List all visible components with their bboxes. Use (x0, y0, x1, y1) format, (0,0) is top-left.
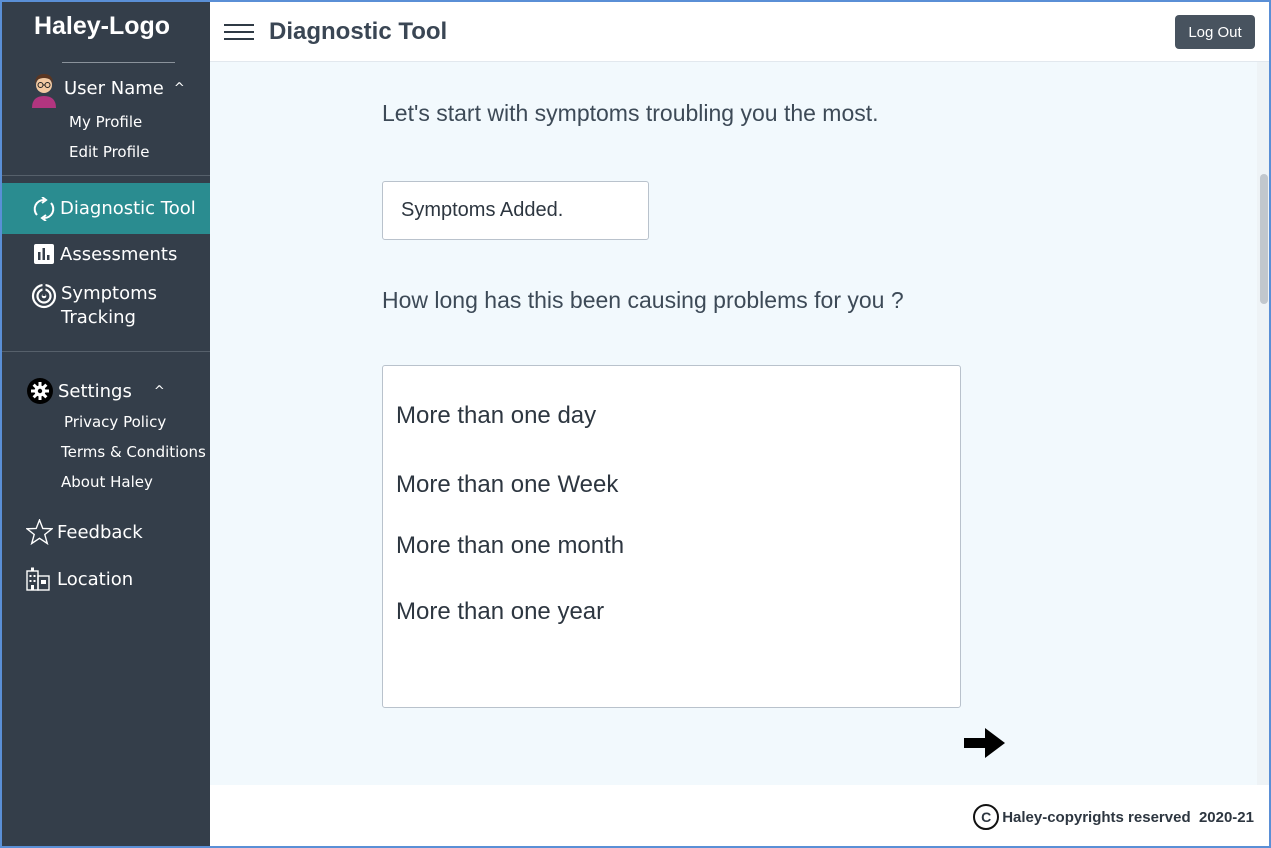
user-menu[interactable]: User Name ^ (28, 68, 185, 108)
avatar-icon (32, 74, 56, 108)
sidebar-item-assessments[interactable]: Assessments (2, 241, 210, 267)
sidebar: Haley-Logo User Name ^ My Profile Edit P… (2, 2, 210, 846)
chevron-up-icon[interactable]: ^ (174, 81, 185, 96)
target-icon (31, 283, 57, 309)
sidebar-item-about-haley[interactable]: About Haley (61, 473, 153, 491)
hamburger-menu-icon[interactable] (224, 24, 254, 42)
user-name: User Name (64, 77, 164, 99)
sidebar-divider (2, 175, 210, 176)
question-symptoms: Let's start with symptoms troubling you … (382, 100, 879, 126)
sidebar-divider (2, 351, 210, 352)
sidebar-item-terms-conditions[interactable]: Terms & Conditions (61, 443, 206, 461)
next-arrow-icon[interactable] (963, 726, 1007, 760)
scrollbar-thumb[interactable] (1260, 174, 1268, 304)
sidebar-item-symptoms-tracking[interactable]: Symptoms Tracking (2, 282, 210, 332)
sidebar-item-location[interactable]: Location (2, 565, 210, 593)
sidebar-item-label: Feedback (57, 521, 143, 543)
sidebar-item-label: Location (57, 568, 134, 590)
app-frame: Haley-Logo User Name ^ My Profile Edit P… (0, 0, 1271, 848)
sidebar-item-label: Assessments (60, 243, 178, 265)
sidebar-item-settings[interactable]: Settings ^ (2, 377, 210, 405)
sidebar-item-my-profile[interactable]: My Profile (69, 113, 142, 131)
logo-divider (62, 62, 175, 63)
avatar (28, 68, 60, 108)
scrollbar[interactable] (1257, 62, 1269, 785)
duration-option[interactable]: More than one year (396, 598, 604, 626)
logout-button[interactable]: Log Out (1175, 15, 1255, 49)
duration-option[interactable]: More than one day (396, 402, 596, 430)
label-line-2: Tracking (61, 307, 136, 328)
sidebar-item-label: Settings (58, 380, 132, 402)
duration-options-list: More than one day More than one Week Mor… (382, 365, 961, 708)
sidebar-item-label: Symptoms Tracking (61, 282, 157, 330)
duration-option[interactable]: More than one month (396, 532, 624, 560)
sidebar-item-label: Diagnostic Tool (60, 198, 196, 219)
label-line-1: Symptoms (61, 283, 158, 304)
gear-icon (26, 377, 54, 405)
page-title: Diagnostic Tool (269, 18, 448, 45)
sidebar-item-privacy-policy[interactable]: Privacy Policy (64, 413, 166, 431)
question-duration: How long has this been causing problems … (382, 287, 904, 313)
sidebar-item-edit-profile[interactable]: Edit Profile (69, 143, 149, 161)
copyright: C Haley-copyrights reserved 2020-21 (973, 804, 1254, 830)
bar-chart-icon (34, 244, 54, 264)
top-bar: Diagnostic Tool Log Out (210, 2, 1269, 62)
duration-option[interactable]: More than one Week (396, 471, 618, 499)
copyright-icon: C (973, 804, 1000, 830)
footer: C Haley-copyrights reserved 2020-21 (210, 785, 1269, 846)
chevron-up-icon[interactable]: ^ (154, 384, 165, 399)
star-icon (26, 519, 53, 545)
main-content: Let's start with symptoms troubling you … (210, 62, 1269, 785)
symptoms-field[interactable]: Symptoms Added. (382, 181, 649, 240)
copyright-text: Haley-copyrights reserved 2020-21 (1002, 808, 1254, 826)
building-icon (25, 567, 51, 591)
sidebar-item-feedback[interactable]: Feedback (2, 518, 210, 546)
app-logo[interactable]: Haley-Logo (2, 12, 202, 41)
sidebar-item-diagnostic-tool[interactable]: Diagnostic Tool (2, 183, 210, 234)
refresh-icon (32, 196, 56, 221)
